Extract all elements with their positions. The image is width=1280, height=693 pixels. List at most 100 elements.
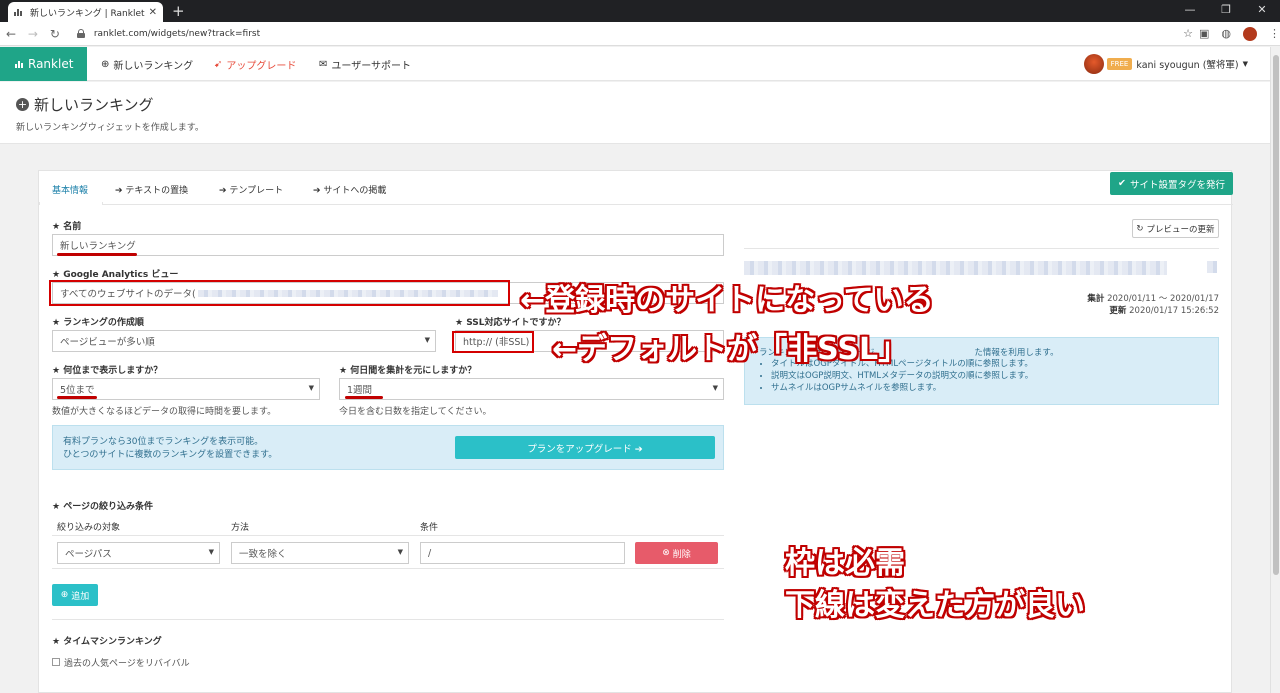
plan-badge: FREE <box>1106 58 1133 70</box>
brand-name: Ranklet <box>28 57 74 71</box>
nav-new-ranking-label: 新しいランキング <box>113 61 194 72</box>
tab-publish-to-site[interactable]: ➔ サイトへの掲載 <box>313 183 386 196</box>
aggregation-range-row: 集計 2020/01/11 〜 2020/01/17 <box>1039 293 1219 305</box>
required-star-icon: ★ <box>52 270 64 280</box>
name-label-text: 名前 <box>63 222 82 232</box>
delete-label: 削除 <box>672 549 691 560</box>
publish-tag-button[interactable]: ✔ サイト設置タグを発行 <box>1110 172 1233 195</box>
divider <box>52 568 724 569</box>
annotation-arrow-ssl: ←デフォルトが「非SSL」 <box>552 332 909 367</box>
required-star-icon: ★ <box>52 222 64 232</box>
user-menu[interactable]: FREE kani syougun (蟹将軍) ▼ <box>1083 54 1248 74</box>
browser-tab[interactable]: 新しいランキング | Ranklet [ランクレッ ✕ <box>8 2 163 22</box>
scrollbar-thumb[interactable] <box>1273 55 1279 575</box>
timemachine-checkbox[interactable] <box>52 658 60 666</box>
order-select-value: ページビューが多い順 <box>60 337 155 348</box>
add-filter-button[interactable]: ⊕ 追加 <box>52 584 98 606</box>
delete-filter-button[interactable]: ⊗ 削除 <box>635 542 718 564</box>
list-item: 説明文はOGP説明文、HTMLメタデータの説明文の順に参照します。 <box>771 370 1033 382</box>
days-label-text: 何日間を集計を元にしますか？ <box>350 366 477 376</box>
ssl-label-text: SSL対応サイトですか？ <box>466 318 566 328</box>
page-subtitle: 新しいランキングウィジェットを作成します。 <box>16 123 204 133</box>
required-star-icon: ★ <box>52 637 64 647</box>
browser-tab-strip: 新しいランキング | Ranklet [ランクレッ ✕ + — ❐ ✕ <box>0 0 1280 22</box>
days-help: 今日を含む日数を指定してください。 <box>339 407 492 417</box>
frame-annotation <box>49 280 510 306</box>
logo-bars-icon <box>15 60 23 68</box>
count-select-value: 5位まで <box>60 385 95 396</box>
rocket-icon: ➹ <box>214 59 223 70</box>
plus-circle-icon: ⊕ <box>101 59 110 70</box>
envelope-icon: ✉ <box>319 59 328 70</box>
nav-upgrade-label: アップグレード <box>226 61 297 72</box>
forward-icon[interactable]: → <box>22 27 44 41</box>
caret-down-icon: ▼ <box>308 384 314 392</box>
filter-header-method: 方法 <box>231 523 250 533</box>
required-star-icon: ★ <box>339 366 351 376</box>
lock-icon <box>76 28 86 39</box>
filter-condition-input[interactable]: / <box>420 542 625 564</box>
check-icon: ✔ <box>1118 178 1126 189</box>
frame-annotation <box>452 331 534 353</box>
browser-toolbar: ← → ↻ ranklet.com/widgets/new?track=firs… <box>0 22 1280 46</box>
page-title: + 新しいランキング <box>16 94 154 115</box>
name-input-value: 新しいランキング <box>60 241 136 252</box>
times-circle-icon: ⊗ <box>662 548 670 558</box>
aggregation-label: 集計 <box>1087 294 1105 304</box>
order-label-text: ランキングの作成順 <box>63 318 144 328</box>
page-scrollbar[interactable] <box>1270 47 1280 693</box>
brand-logo[interactable]: Ranklet <box>0 47 87 81</box>
plus-circle-icon: + <box>16 98 29 111</box>
close-tab-icon[interactable]: ✕ <box>149 7 157 18</box>
name-input[interactable]: 新しいランキング <box>52 234 724 256</box>
filter-method-value: 一致を除く <box>239 549 287 560</box>
close-window-button[interactable]: ✕ <box>1244 0 1280 22</box>
back-icon[interactable]: ← <box>0 27 22 41</box>
filter-method-select[interactable]: 一致を除く ▼ <box>231 542 409 564</box>
order-select[interactable]: ページビューが多い順 ▼ <box>52 330 436 352</box>
updated-row: 更新 2020/01/17 15:26:52 <box>1039 305 1219 317</box>
annotation-arrow-site: ←登録時のサイトになっている <box>520 283 934 318</box>
new-tab-button[interactable]: + <box>172 3 185 19</box>
window-controls: — ❐ ✕ <box>1172 0 1280 22</box>
days-label: ★ 何日間を集計を元にしますか？ <box>339 363 476 376</box>
nav-upgrade[interactable]: ➹ アップグレード <box>214 57 296 72</box>
days-select[interactable]: 1週間 ▼ <box>339 378 724 400</box>
caret-down-icon: ▼ <box>712 384 718 392</box>
star-icon[interactable]: ☆ <box>1183 27 1193 40</box>
timemachine-check-label: 過去の人気ページをリバイバル <box>64 659 190 669</box>
form-tabs: 基本情報 ➔ テキストの置換 ➔ テンプレート ➔ サイトへの掲載 ✔ サイト設… <box>39 171 1233 205</box>
tab-template[interactable]: ➔ テンプレート <box>219 183 283 196</box>
count-label: ★ 何位まで表示しますか？ <box>52 363 162 376</box>
extension2-icon[interactable]: ◍ <box>1221 27 1231 40</box>
aggregation-info: 集計 2020/01/11 〜 2020/01/17 更新 2020/01/17… <box>1039 293 1219 317</box>
maximize-button[interactable]: ❐ <box>1208 0 1244 22</box>
divider <box>52 619 724 620</box>
profile-avatar-icon[interactable] <box>1242 26 1257 41</box>
tab-text-replace-label: テキストの置換 <box>125 186 189 196</box>
filter-header-condition: 条件 <box>420 523 439 533</box>
refresh-preview-button[interactable]: ↻ プレビューの更新 <box>1132 219 1219 238</box>
timemachine-label: ★ タイムマシンランキング <box>52 634 162 647</box>
nav-support[interactable]: ✉ ユーザーサポート <box>319 57 411 72</box>
upgrade-info-text: 有料プランなら30位までランキングを表示可能。 ひとつのサイトに複数のランキング… <box>63 436 277 462</box>
upgrade-plan-button[interactable]: プランをアップグレード ➔ <box>455 436 715 459</box>
nav-new-ranking[interactable]: ⊕ 新しいランキング <box>101 57 193 72</box>
reload-icon[interactable]: ↻ <box>44 27 66 41</box>
tab-text-replace[interactable]: ➔ テキストの置換 <box>115 183 188 196</box>
caret-down-icon: ▼ <box>1242 60 1248 68</box>
list-item: サムネイルはOGPサムネイルを参照します。 <box>771 382 1033 394</box>
add-label: 追加 <box>71 591 90 602</box>
address-bar[interactable]: ranklet.com/widgets/new?track=first ☆ <box>76 25 1193 43</box>
app-navbar: Ranklet ⊕ 新しいランキング ➹ アップグレード ✉ ユーザーサポート … <box>0 47 1270 81</box>
menu-icon[interactable]: ⋮ <box>1269 27 1280 40</box>
annotation-note-underline: 下線は変えた方が良い <box>785 588 1085 623</box>
tab-basic-info[interactable]: 基本情報 <box>52 183 88 196</box>
preview-info-lead-3: た情報を利用します。 <box>974 348 1059 358</box>
filter-target-select[interactable]: ページパス ▼ <box>57 542 220 564</box>
required-star-icon: ★ <box>52 502 64 512</box>
filter-target-value: ページパス <box>65 549 112 560</box>
active-tab-marker <box>39 202 103 205</box>
extension-icon[interactable]: ▣ <box>1199 27 1209 40</box>
minimize-button[interactable]: — <box>1172 0 1208 22</box>
